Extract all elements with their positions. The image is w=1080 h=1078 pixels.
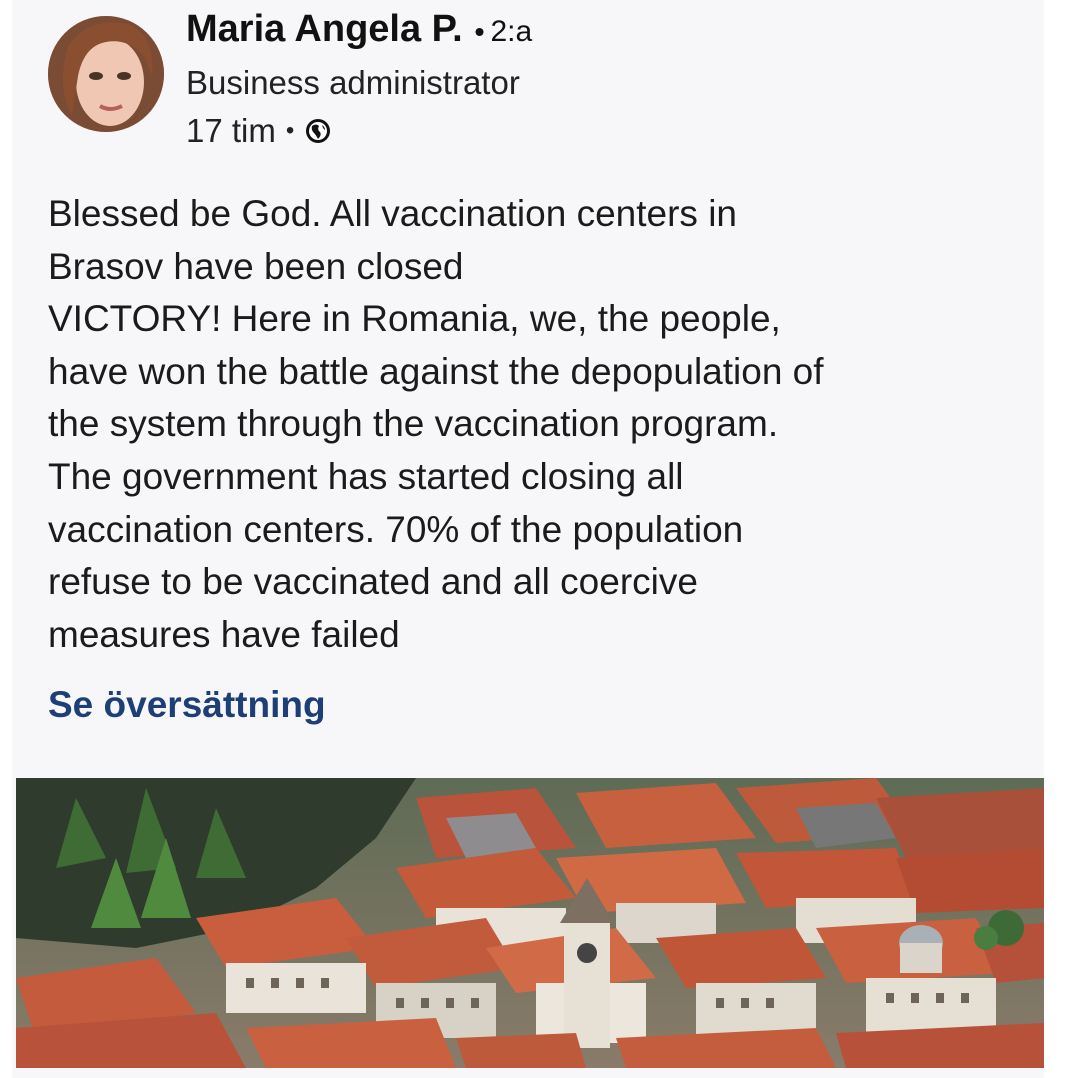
post-meta: 17 tim • xyxy=(186,112,332,150)
post-text-line: The government has started closing all xyxy=(48,455,684,497)
avatar-photo xyxy=(48,16,164,132)
author-title: Business administrator xyxy=(186,64,520,101)
post-text-line: vaccination centers. 70% of the populati… xyxy=(48,508,744,550)
globe-icon xyxy=(306,119,331,143)
separator-dot: • xyxy=(474,16,485,47)
post-text: Blessed be God. All vaccination centers … xyxy=(48,188,1028,661)
post-text-line: VICTORY! Here in Romania, we, the people… xyxy=(48,298,781,340)
post-text-line: Blessed be God. All vaccination centers … xyxy=(48,193,737,234)
author-name[interactable]: Maria Angela P. xyxy=(186,8,463,50)
see-translation-link[interactable]: Se översättning xyxy=(48,684,326,726)
connection-degree: 2:a xyxy=(490,15,533,48)
post-image[interactable] xyxy=(16,778,1044,1068)
post-text-line: measures have failed xyxy=(48,613,400,655)
author-name-line: Maria Angela P. • 2:a xyxy=(186,8,532,51)
post-time[interactable]: 17 tim xyxy=(186,112,276,150)
post-text-line: the system through the vaccination progr… xyxy=(48,403,779,445)
city-rooftops-photo xyxy=(16,778,1044,1068)
post-text-line: Brasov have been closed xyxy=(48,245,464,287)
avatar[interactable] xyxy=(48,16,164,132)
meta-separator: • xyxy=(285,117,295,144)
post-text-line: have won the battle against the depopula… xyxy=(48,350,824,392)
post-text-line: refuse to be vaccinated and all coercive xyxy=(48,561,698,603)
